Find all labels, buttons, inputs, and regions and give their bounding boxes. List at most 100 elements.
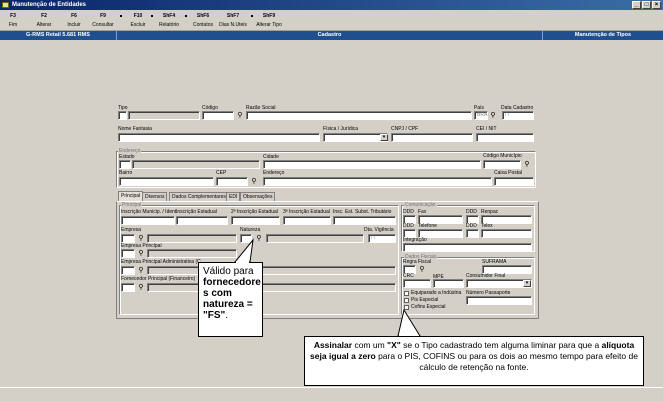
cidade-field[interactable] — [263, 160, 481, 169]
nome-fantasia-label: Nome Fantasia — [118, 126, 152, 132]
fornecedor-principal-label: Fornecedor Principal (Financeiro) — [121, 276, 196, 282]
nome-fantasia-field[interactable] — [118, 133, 320, 142]
binoculars-icon[interactable]: ⚲ — [136, 234, 146, 243]
fornecedor-principal-field[interactable] — [121, 283, 135, 292]
mpe-select[interactable] — [433, 279, 464, 288]
codigo-municipio-field[interactable] — [483, 160, 521, 169]
maximize-button[interactable]: □ — [642, 1, 651, 9]
inscricao-municipal-field[interactable] — [121, 216, 175, 225]
equiparado-industria-checkbox[interactable] — [404, 291, 409, 296]
tab-edi[interactable]: EDI — [226, 192, 241, 201]
empresa-principal-field[interactable] — [121, 249, 135, 258]
segunda-inscricao-field[interactable] — [231, 216, 280, 225]
ddd-telex-field[interactable] — [466, 229, 479, 238]
empresa-description-field — [147, 234, 237, 243]
fornecedor-principal-description — [147, 283, 396, 292]
section-title: Cadastro — [117, 31, 543, 40]
cei-nit-field[interactable] — [476, 133, 534, 142]
insc-subst-tributario-label: Insc. Est. Subst. Tributário — [333, 209, 392, 215]
inscricao-estadual-field[interactable] — [176, 216, 228, 225]
binoculars-icon[interactable]: ⚲ — [254, 234, 264, 243]
endereco-label: Endereço — [263, 170, 285, 176]
equiparado-industria-label: Equiparado a Indústria — [411, 290, 462, 296]
cofins-especial-label: Cofins Especial — [411, 304, 446, 310]
toolbar-button-contatos[interactable]: ShF6 Contatos — [190, 12, 216, 30]
tab-observacoes[interactable]: Observações — [240, 192, 276, 201]
telex-field[interactable] — [481, 229, 532, 238]
inscricao-municipal-label: Inscrição Municip. / Ident. — [121, 209, 178, 215]
bairro-field[interactable] — [119, 177, 214, 186]
terceira-inscricao-field[interactable] — [283, 216, 331, 225]
binoculars-icon[interactable]: ⚲ — [235, 111, 245, 120]
cep-label: CEP — [216, 170, 227, 176]
tab-dados-complementares[interactable]: Dados Complementares — [169, 192, 229, 201]
tipo-description-field — [128, 111, 200, 120]
chevron-down-icon[interactable]: ▾ — [523, 280, 531, 287]
toolbar-button-alterar-tipo[interactable]: ShF9 Alterar Tipo — [254, 12, 284, 30]
caixa-postal-label: Caixa Postal — [494, 170, 523, 176]
binoculars-icon[interactable]: ⚲ — [417, 265, 427, 274]
toolbar-button-excluir[interactable]: F10 Excluir — [129, 12, 147, 30]
binoculars-icon[interactable]: ⚲ — [249, 177, 259, 186]
binoculars-icon[interactable]: ⚲ — [136, 283, 146, 292]
principal-group-label: Principal — [121, 202, 143, 208]
app-icon — [2, 2, 9, 8]
terceira-inscricao-label: 3ª Inscrição Estadual — [283, 209, 330, 215]
razao-social-field[interactable] — [246, 111, 472, 120]
natureza-label: Natureza — [240, 227, 261, 233]
toolbar-button-incluir[interactable]: F6 Incluir — [66, 12, 82, 30]
tipo-field[interactable] — [118, 111, 127, 120]
binoculars-icon[interactable]: ⚲ — [488, 111, 498, 120]
binoculars-icon[interactable]: ⚲ — [522, 160, 532, 169]
close-button[interactable]: × — [652, 1, 661, 9]
data-cadastro-field[interactable]: / / — [502, 111, 534, 120]
cei-nit-label: CEI / NIT — [476, 126, 497, 132]
window-titlebar: Manutenção de Entidades _ □ × — [0, 0, 663, 10]
inscricao-estadual-label: Inscrição Estadual — [176, 209, 217, 215]
cnpj-cpf-label: CNPJ / CPF — [391, 126, 419, 132]
fisica-juridica-select[interactable] — [323, 133, 388, 142]
tab-principal[interactable]: Principal — [118, 191, 144, 201]
mode-title: Manutenção de Tipos — [574, 32, 632, 38]
insc-subst-tributario-field[interactable] — [333, 216, 396, 225]
callout-emphasis: fornecedore s com natureza = "FS" — [203, 277, 261, 321]
cnpj-cpf-field[interactable] — [391, 133, 473, 142]
segunda-inscricao-label: 2ª Inscrição Estadual — [231, 209, 278, 215]
tab-diversos[interactable]: Diversos — [142, 192, 168, 201]
codigo-field[interactable] — [202, 111, 234, 120]
cofins-especial-checkbox[interactable] — [404, 305, 409, 310]
integracao-field[interactable] — [403, 243, 532, 252]
toolbar-button-relatorio[interactable]: ShF4 Relatório — [157, 12, 181, 30]
app-version-label: G-RMS Retail 5.681 RMS — [0, 31, 117, 40]
binoculars-icon[interactable]: ⚲ — [136, 249, 146, 258]
empresa-principal-description — [147, 249, 237, 258]
binoculars-icon[interactable]: ⚲ — [136, 266, 146, 275]
empresa-principal-adm-field[interactable] — [121, 266, 135, 275]
cep-field[interactable] — [216, 177, 248, 186]
toolbar-button-alterar[interactable]: F2 Alterar — [35, 12, 53, 30]
toolbar-button-dias-uteis[interactable]: ShF7 Dias N.Uteis — [218, 12, 248, 30]
minimize-button[interactable]: _ — [632, 1, 641, 9]
toolbar-separator — [151, 15, 153, 17]
crc-field[interactable] — [403, 279, 431, 288]
bairro-label: Bairro — [119, 170, 133, 176]
chevron-down-icon[interactable]: ▾ — [380, 134, 388, 141]
endereco-field[interactable] — [263, 177, 492, 186]
pis-especial-label: Pis Especial — [411, 297, 439, 303]
status-bar — [0, 387, 663, 401]
empresa-field[interactable] — [121, 234, 135, 243]
caixa-postal-field[interactable] — [494, 177, 534, 186]
toolbar-button-consultar[interactable]: F9 Consultar — [91, 12, 115, 30]
estado-field[interactable] — [119, 160, 131, 169]
numero-passaporte-field[interactable] — [466, 296, 532, 305]
toolbar: F3 Fim F2 Alterar F6 Incluir F9 Consultar F1… — [0, 10, 663, 31]
pis-cofins-callout: Assinalar com um "X" se o Tipo cadastrad… — [304, 336, 644, 386]
toolbar-button-fim[interactable]: F3 Fim — [6, 12, 20, 30]
pis-especial-checkbox[interactable] — [404, 298, 409, 303]
dta-vigencia-field[interactable]: / / — [368, 234, 396, 243]
dta-vigencia-label: Dta. Vigência — [364, 227, 394, 233]
natureza-callout: Válido para fornecedore s com natureza =… — [198, 262, 263, 337]
pais-field[interactable]: BRA — [474, 111, 488, 120]
fisica-juridica-label: Física / Jurídica — [323, 126, 359, 132]
natureza-field[interactable] — [240, 234, 252, 243]
